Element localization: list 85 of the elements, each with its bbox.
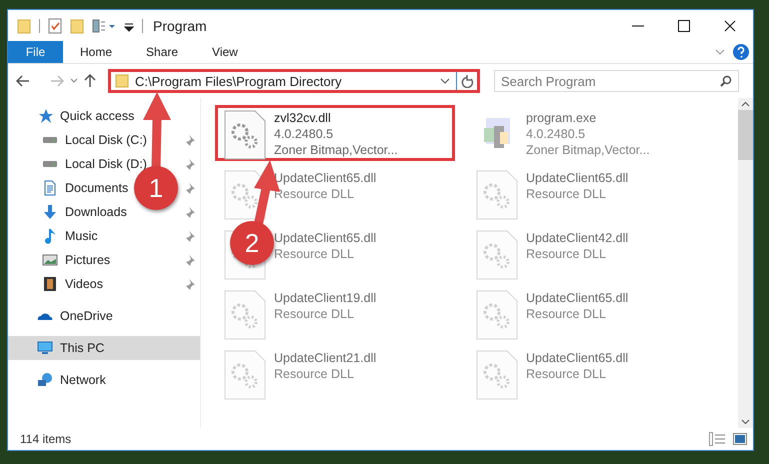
help-icon[interactable]: [733, 44, 749, 60]
pin-icon[interactable]: [184, 230, 196, 242]
file-detail: 4.0.2480.5: [526, 126, 586, 142]
file-detail: Zoner Bitmap,Vector...: [526, 142, 650, 158]
properties-icon[interactable]: [48, 18, 62, 34]
sidebar-item[interactable]: Local Disk (C:): [8, 128, 151, 152]
pictures-icon: [42, 252, 58, 268]
sidebar-item[interactable]: Quick access: [8, 104, 138, 128]
search-icon: [720, 75, 732, 87]
file-gears-icon: [474, 290, 520, 340]
file-name[interactable]: program.exe: [526, 110, 650, 126]
minimize-icon: [632, 24, 644, 26]
file-gears-icon: [222, 170, 268, 220]
address-bar[interactable]: C:\Program Files\Program Directory: [108, 69, 480, 93]
ribbon-tab[interactable]: Share: [129, 41, 196, 63]
file-detail: Resource DLL: [526, 246, 607, 262]
details-view-icon[interactable]: [709, 432, 725, 446]
file-gears-icon: [222, 110, 268, 160]
network-icon: [37, 372, 53, 388]
sidebar-item[interactable]: Documents: [8, 176, 132, 200]
forward-button[interactable]: [50, 75, 64, 87]
file-gears-icon: [474, 230, 520, 280]
up-button[interactable]: [84, 74, 96, 88]
file-gears-icon: [222, 290, 268, 340]
folder-icon[interactable]: [17, 18, 31, 34]
chevron-down-icon[interactable]: [440, 77, 450, 85]
sidebar-item[interactable]: Videos: [8, 272, 107, 296]
folder-icon[interactable]: [70, 18, 84, 34]
tiles-view-icon[interactable]: [733, 433, 747, 445]
music-note-icon: [42, 228, 58, 244]
item-count: 114 items: [20, 432, 72, 446]
file-detail: Resource DLL: [526, 186, 607, 202]
scrollbar[interactable]: [738, 98, 753, 428]
file-detail: Zoner Bitmap,Vector...: [274, 142, 398, 158]
address-path: C:\Program Files\Program Directory: [135, 74, 342, 88]
back-button[interactable]: [16, 75, 30, 87]
window-title: Program: [153, 18, 207, 34]
file-name[interactable]: UpdateClient42.dll: [526, 230, 628, 246]
drive-icon: [42, 136, 58, 144]
file-detail: Resource DLL: [274, 246, 355, 262]
file-detail: Resource DLL: [526, 366, 607, 382]
sidebar-item[interactable]: Network: [8, 368, 110, 392]
pin-icon[interactable]: [184, 158, 196, 170]
document-icon: [42, 180, 58, 196]
ribbon-tab[interactable]: View: [195, 41, 255, 63]
file-detail: Resource DLL: [274, 366, 355, 382]
file-name[interactable]: UpdateClient21.dll: [274, 350, 376, 366]
sidebar-item[interactable]: This PC: [8, 336, 200, 360]
search-field[interactable]: Search Program: [494, 70, 739, 92]
file-name[interactable]: UpdateClient19.dll: [274, 290, 376, 306]
drive-icon: [42, 160, 58, 168]
close-icon: [724, 20, 736, 32]
file-name[interactable]: UpdateClient65.dll: [526, 170, 628, 186]
pin-icon[interactable]: [184, 206, 196, 218]
file-gears-icon: [474, 350, 520, 400]
maximize-icon: [678, 20, 690, 32]
file-name[interactable]: UpdateClient65.dll: [526, 290, 628, 306]
pin-icon[interactable]: [184, 134, 196, 146]
file-name[interactable]: zvl32cv.dll: [274, 110, 398, 126]
star-icon: [37, 108, 53, 124]
film-icon: [42, 276, 58, 292]
pin-icon[interactable]: [184, 182, 196, 194]
sidebar-item[interactable]: Music: [8, 224, 102, 248]
sidebar-item[interactable]: OneDrive: [8, 304, 117, 328]
file-detail: Resource DLL: [526, 306, 607, 322]
file-name[interactable]: UpdateClient65.dll: [274, 230, 376, 246]
monitor-icon: [37, 340, 53, 356]
scroll-thumb[interactable]: [738, 110, 753, 160]
ribbon-tab[interactable]: File: [8, 41, 63, 63]
file-name[interactable]: UpdateClient65.dll: [274, 170, 376, 186]
file-name[interactable]: UpdateClient65.dll: [526, 350, 628, 366]
sidebar-item[interactable]: Downloads: [8, 200, 131, 224]
download-icon: [42, 204, 58, 220]
file-detail: Resource DLL: [274, 186, 355, 202]
pin-icon[interactable]: [184, 254, 196, 266]
sidebar-item[interactable]: Pictures: [8, 248, 114, 272]
folder-icon: [115, 74, 129, 88]
pin-icon[interactable]: [184, 278, 196, 290]
view-dropdown-icon[interactable]: [92, 18, 116, 34]
ribbon-tab[interactable]: Home: [63, 41, 130, 63]
file-detail: Resource DLL: [274, 306, 355, 322]
file-detail: 4.0.2480.5: [274, 126, 334, 142]
file-gears-icon: [474, 170, 520, 220]
recent-locations-button[interactable]: [70, 78, 78, 84]
file-gears-icon: [222, 350, 268, 400]
